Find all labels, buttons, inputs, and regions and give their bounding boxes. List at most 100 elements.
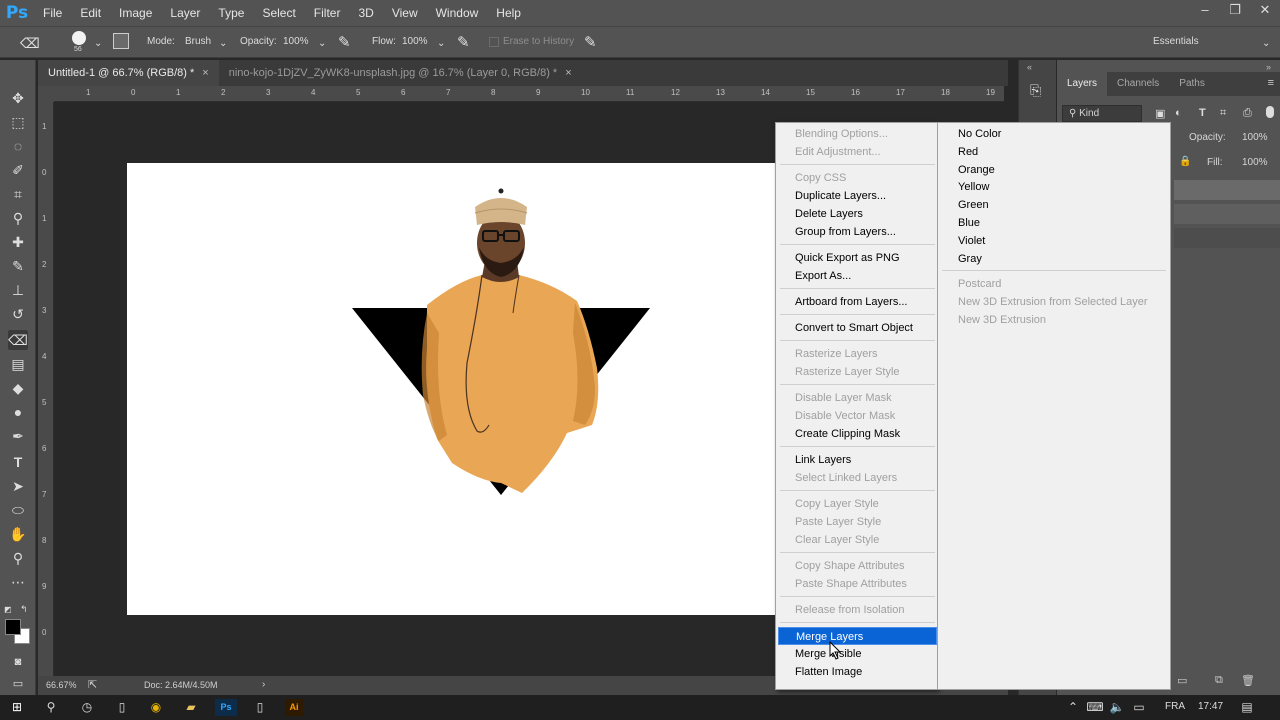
erase-history-checkbox[interactable] [489,37,499,47]
photoshop-taskbar-icon[interactable]: Ps [215,699,237,716]
menu-item-duplicate-layers[interactable]: Duplicate Layers... [778,187,937,205]
document-canvas[interactable] [127,163,787,615]
close-icon[interactable]: ✕ [1250,0,1280,20]
panel-menu-icon[interactable]: ≡ [1268,77,1274,89]
brush-tool-icon[interactable]: ✎ [8,256,28,276]
vertical-ruler[interactable]: 1 0 1 2 3 4 5 6 7 8 9 0 [38,102,54,676]
menu-item-group-from-layers[interactable]: Group from Layers... [778,223,937,241]
menu-item-new-3d-extrusion[interactable]: New 3D Extrusion [942,311,1167,329]
file-icon[interactable]: ▯ [113,699,131,716]
document-icon[interactable]: ▯ [251,699,269,716]
illustrator-taskbar-icon[interactable]: Ai [285,699,303,716]
default-colors-icon[interactable]: ◩ [4,605,13,614]
menu-image[interactable]: Image [110,0,161,26]
eraser-tool-icon[interactable]: ⌫ [8,330,28,350]
menu-item-blue[interactable]: Blue [942,214,1167,232]
history-panel-icon[interactable]: ⎘ [1030,82,1041,99]
menu-edit[interactable]: Edit [71,0,110,26]
pixel-filter-icon[interactable]: ▣ [1155,107,1165,120]
menu-item-copy-css[interactable]: Copy CSS [778,169,937,187]
menu-filter[interactable]: Filter [305,0,350,26]
menu-item-paste-shape-attributes[interactable]: Paste Shape Attributes [778,575,937,593]
tab-untitled-1[interactable]: Untitled-1 @ 66.7% (RGB/8) * × [38,60,219,86]
gradient-tool-icon[interactable]: ▤ [8,354,28,374]
menu-item-merge-layers[interactable]: Merge Layers [778,627,937,645]
flow-input[interactable]: 100% [402,36,428,47]
restore-icon[interactable]: ❐ [1220,0,1250,20]
menu-item-select-linked-layers[interactable]: Select Linked Layers [778,469,937,487]
chevron-down-icon[interactable]: ⌄ [1262,38,1270,49]
menu-item-no-color[interactable]: No Color [942,125,1167,143]
menu-view[interactable]: View [383,0,427,26]
menu-item-clear-layer-style[interactable]: Clear Layer Style [778,531,937,549]
menu-item-delete-layers[interactable]: Delete Layers [778,205,937,223]
filter-toggle[interactable] [1266,106,1274,118]
type-filter-icon[interactable]: T [1199,107,1206,119]
shape-filter-icon[interactable]: ⌗ [1220,107,1226,120]
move-tool-icon[interactable]: ✥ [8,88,28,108]
path-select-tool-icon[interactable]: ➤ [8,476,28,496]
zoom-level[interactable]: 66.67% [46,680,77,690]
tab-channels[interactable]: Channels [1107,72,1169,96]
battery-icon[interactable]: ▭ [1130,699,1148,716]
layer-fill-input[interactable]: 100% [1242,157,1268,168]
doc-size[interactable]: Doc: 2.64M/4.50M [144,680,218,690]
crop-tool-icon[interactable]: ⌗ [8,184,28,204]
chevron-right-icon[interactable]: › [262,679,265,690]
shape-tool-icon[interactable]: ⬭ [8,500,28,520]
layer-row[interactable] [1174,204,1280,224]
close-icon[interactable]: × [565,67,571,79]
chrome-icon[interactable]: ◉ [147,699,165,716]
menu-item-gray[interactable]: Gray [942,250,1167,268]
menu-item-convert-to-smart-object[interactable]: Convert to Smart Object [778,319,937,337]
filter-kind-select[interactable]: ⚲ Kind [1062,105,1142,122]
chevron-up-icon[interactable]: ⌃ [1064,699,1082,716]
menu-item-disable-vector-mask[interactable]: Disable Vector Mask [778,407,937,425]
pressure-opacity-icon[interactable]: ✎ [338,33,351,51]
tab-paths[interactable]: Paths [1169,72,1215,96]
menu-item-link-layers[interactable]: Link Layers [778,451,937,469]
chevron-down-icon[interactable]: ⌄ [219,38,227,49]
menu-item-edit-adjustment[interactable]: Edit Adjustment... [778,143,937,161]
history-brush-tool-icon[interactable]: ↺ [8,304,28,324]
menu-item-artboard-from-layers[interactable]: Artboard from Layers... [778,293,937,311]
chevron-down-icon[interactable]: ⌄ [94,38,102,49]
opacity-input[interactable]: 100% [283,36,309,47]
workspace-select[interactable]: Essentials [1153,36,1199,47]
menu-item-orange[interactable]: Orange [942,161,1167,179]
menu-file[interactable]: File [34,0,71,26]
menu-item-red[interactable]: Red [942,143,1167,161]
collapse-icon[interactable]: » [1266,62,1271,72]
menu-3d[interactable]: 3D [349,0,382,26]
menu-item-flatten-image[interactable]: Flatten Image [778,663,937,681]
search-icon[interactable]: ⚲ [42,699,60,716]
airbrush-icon[interactable]: ✎ [457,33,470,51]
lock-icon[interactable]: 🔒 [1179,156,1191,167]
menu-window[interactable]: Window [427,0,488,26]
close-icon[interactable]: × [202,67,208,79]
swap-colors-icon[interactable]: ↰ [20,604,28,615]
menu-item-quick-export-as-png[interactable]: Quick Export as PNG [778,249,937,267]
share-icon[interactable]: ⇱ [88,678,97,691]
menu-type[interactable]: Type [209,0,253,26]
mode-select[interactable]: Brush [185,36,211,47]
delete-layer-icon[interactable]: 🗑 [1241,674,1255,687]
eyedropper-tool-icon[interactable]: ⚲ [8,208,28,228]
notifications-icon[interactable]: ▤ [1238,699,1256,716]
eraser-tool-icon[interactable]: ⌫ [20,35,40,52]
new-group-icon[interactable]: ▭ [1177,674,1187,687]
menu-item-release-from-isolation[interactable]: Release from Isolation [778,601,937,619]
collapse-icon[interactable]: « [1027,62,1032,72]
clock[interactable]: 17:47 [1198,701,1223,712]
menu-item-disable-layer-mask[interactable]: Disable Layer Mask [778,389,937,407]
healing-tool-icon[interactable]: ✚ [8,232,28,252]
pen-tool-icon[interactable]: ✒ [8,426,28,446]
stamp-tool-icon[interactable]: ⊥ [8,280,28,300]
task-view-icon[interactable]: ◷ [78,699,96,716]
menu-item-rasterize-layers[interactable]: Rasterize Layers [778,345,937,363]
brush-panel-icon[interactable] [113,33,129,49]
pressure-size-icon[interactable]: ✎ [584,33,597,51]
smart-object-filter-icon[interactable]: ⎙ [1243,107,1252,120]
layer-opacity-input[interactable]: 100% [1242,132,1268,143]
volume-icon[interactable]: 🔈 [1108,699,1126,716]
